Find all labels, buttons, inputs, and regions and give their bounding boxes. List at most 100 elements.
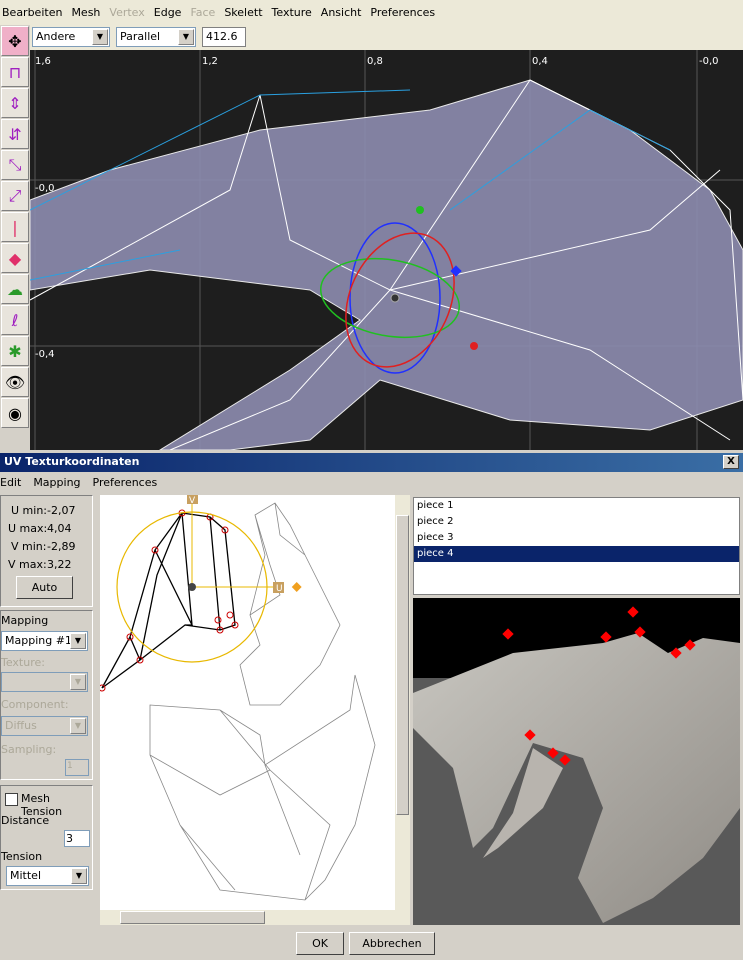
lasso-tool-icon[interactable]: ℓ <box>1 305 29 335</box>
x-tick: -0,0 <box>699 56 719 67</box>
zoom-input[interactable]: 412.6 <box>202 27 246 47</box>
umin-label: U min: <box>11 504 47 517</box>
mapping-select-value: Mapping #1 <box>5 634 72 647</box>
tension-label: Tension <box>1 850 43 863</box>
close-button[interactable]: X <box>723 455 739 469</box>
mapping-select[interactable]: Mapping #1 ▼ <box>1 631 88 651</box>
tension-select-value: Mittel <box>10 869 41 882</box>
menu-face: Face <box>190 6 216 19</box>
texture-select: ▼ <box>1 672 88 692</box>
piece-item[interactable]: piece 2 <box>414 514 739 530</box>
vmax-label: V max: <box>8 558 47 571</box>
menu-edge[interactable]: Edge <box>154 6 182 19</box>
stretch-tool-icon[interactable]: ⇕ <box>1 88 29 118</box>
bone-tool-icon[interactable]: ✱ <box>1 336 29 366</box>
distance-stepper[interactable]: 3 <box>64 830 90 847</box>
piece-item-selected[interactable]: piece 4 <box>414 546 739 562</box>
menu-edit[interactable]: Edit <box>0 476 21 489</box>
scrollbar-thumb[interactable] <box>120 911 265 924</box>
piece-item[interactable]: piece 1 <box>414 498 739 514</box>
uv-wireframe-selected <box>101 512 236 689</box>
piece-item[interactable]: piece 3 <box>414 530 739 546</box>
move-tool-icon[interactable]: ✥ <box>1 26 29 56</box>
menu-texture[interactable]: Texture <box>272 6 312 19</box>
component-label: Component: <box>1 698 69 711</box>
menu-preferences[interactable]: Preferences <box>93 476 158 489</box>
menu-preferences[interactable]: Preferences <box>370 6 435 19</box>
uv-mesh: U V <box>100 495 376 901</box>
menu-mapping[interactable]: Mapping <box>33 476 80 489</box>
distance-label: Distance <box>1 814 50 827</box>
horizontal-scrollbar[interactable] <box>100 910 410 925</box>
gizmo-v-handle <box>416 206 424 214</box>
mesh-view <box>30 50 743 450</box>
view-toolbar: Andere ▼ Parallel ▼ 412.6 <box>30 25 743 50</box>
cancel-button[interactable]: Abbrechen <box>349 932 435 955</box>
chevron-down-icon: ▼ <box>70 633 86 649</box>
x-tick: 1,6 <box>35 56 51 67</box>
range-group: U min: -2,07 U max: 4,04 V min: -2,89 V max… <box>0 495 93 607</box>
3d-preview[interactable] <box>413 598 740 925</box>
scrollbar-thumb[interactable] <box>396 515 409 815</box>
chevron-down-icon: ▼ <box>70 718 86 734</box>
tension-select[interactable]: Mittel ▼ <box>6 866 89 886</box>
mapping-title: Mapping <box>1 614 49 627</box>
x-tick: 0,4 <box>532 56 548 67</box>
distance-value: 3 <box>66 832 73 845</box>
vmax-value: 3,22 <box>47 558 72 571</box>
ok-button[interactable]: OK <box>296 932 344 955</box>
view-select[interactable]: Andere ▼ <box>32 27 110 47</box>
chevron-down-icon: ▼ <box>178 29 194 45</box>
paint-tool-icon[interactable]: ◆ <box>1 243 29 273</box>
gizmo-center <box>390 293 400 303</box>
pieces-list: piece 1 piece 2 piece 3 piece 4 <box>413 497 740 595</box>
dialog-menubar: Edit Mapping Preferences <box>0 473 743 491</box>
menu-skelett[interactable]: Skelett <box>224 6 262 19</box>
projection-select[interactable]: Parallel ▼ <box>116 27 196 47</box>
smooth-tool-icon[interactable]: ☁ <box>1 274 29 304</box>
twist-tool-icon[interactable]: ⤢ <box>1 181 29 211</box>
vmin-value: -2,89 <box>47 540 76 553</box>
vmin-label: V min: <box>11 540 47 553</box>
component-select: Diffus ▼ <box>1 716 88 736</box>
y-tick: -0,0 <box>35 183 55 194</box>
sampling-stepper: 1 <box>65 759 89 776</box>
eye-rotate-tool-icon[interactable]: ◉ <box>1 398 29 428</box>
bend-tool-icon[interactable]: ⊓ <box>1 57 29 87</box>
x-tick: 0,8 <box>367 56 383 67</box>
chevron-down-icon: ▼ <box>71 868 87 884</box>
uv-u-label: U <box>276 584 283 594</box>
dialog-title-bar[interactable]: UV Texturkoordinaten X <box>0 453 743 472</box>
umin-value: -2,07 <box>47 504 76 517</box>
sampling-label: Sampling: <box>1 743 57 756</box>
tension-group: Mesh Tension Distance 3 Tension Mittel ▼ <box>0 785 93 890</box>
preview-render <box>413 606 740 925</box>
umax-label: U max: <box>8 522 48 535</box>
scale-tool-icon[interactable]: ⇵ <box>1 119 29 149</box>
auto-button[interactable]: Auto <box>16 576 73 599</box>
uv-editor-canvas[interactable]: U V <box>100 495 395 910</box>
magnet-tool-icon[interactable]: ❘ <box>1 212 29 242</box>
projection-select-value: Parallel <box>120 30 161 43</box>
sampling-value: 1 <box>67 761 73 771</box>
mapping-group: Mapping Mapping #1 ▼ Texture: ▼ Component… <box>0 610 93 780</box>
uv-v-label: V <box>189 496 196 506</box>
mesh-tension-checkbox[interactable] <box>5 793 18 806</box>
menu-mesh[interactable]: Mesh <box>71 6 100 19</box>
vertical-scrollbar[interactable] <box>395 495 410 910</box>
component-select-value: Diffus <box>5 719 37 732</box>
menu-ansicht[interactable]: Ansicht <box>321 6 362 19</box>
x-tick: 1,2 <box>202 56 218 67</box>
menu-bearbeiten[interactable]: Bearbeiten <box>2 6 62 19</box>
y-tick: -0,4 <box>35 349 55 360</box>
3d-viewport[interactable]: 1,6 1,2 0,8 0,4 -0,0 -0,0 -0,4 <box>30 50 743 450</box>
rotate-tool-icon[interactable]: ⤡ <box>1 150 29 180</box>
menu-vertex: Vertex <box>109 6 145 19</box>
tool-palette: ✥ ⊓ ⇕ ⇵ ⤡ ⤢ ❘ ◆ ☁ ℓ ✱ 👁 ◉ <box>0 25 30 450</box>
menubar: Bearbeiten Mesh Vertex Edge Face Skelett… <box>0 0 743 25</box>
chevron-down-icon: ▼ <box>70 674 86 690</box>
texture-label: Texture: <box>1 656 45 669</box>
uv-scale-handle <box>291 582 302 592</box>
eye-move-tool-icon[interactable]: 👁 <box>1 367 29 397</box>
umax-value: 4,04 <box>47 522 72 535</box>
